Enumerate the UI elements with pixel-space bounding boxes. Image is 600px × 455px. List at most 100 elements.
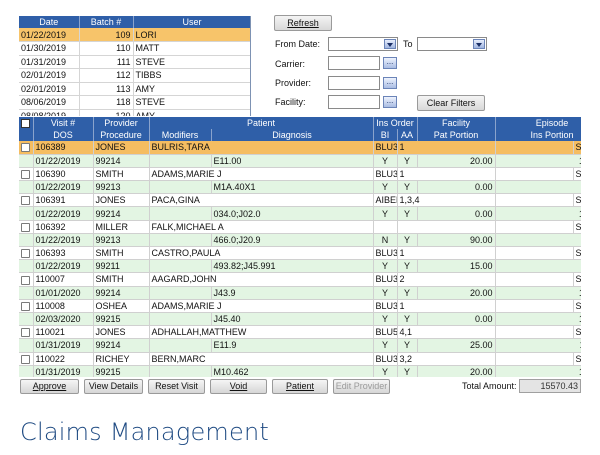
modifiers-cell (149, 312, 212, 327)
claim-select-cell[interactable] (19, 352, 34, 366)
claim-row-detail[interactable]: 01/31/201999215M10.462YY20.00170.00 (19, 365, 581, 377)
carrier-field[interactable] (328, 56, 380, 70)
procedure-cell: 99214 (93, 338, 150, 353)
claims-grid[interactable]: Visit # Provider Patient Ins Order Ins O… (19, 117, 581, 377)
batch-date-cell: 08/08/2019 (19, 109, 80, 116)
batch-row[interactable]: 02/01/2019 112 TIBBS (19, 68, 250, 83)
carrier-lookup-button[interactable]: ... (383, 57, 397, 69)
claim-row-main[interactable]: 110008OSHEAADAMS,MARIE JBLU321 STANDARD (19, 299, 581, 313)
facility-field[interactable] (328, 95, 380, 109)
claim-row-detail[interactable]: 01/01/202099214J43.9YY20.00120.00 (19, 286, 581, 300)
batch-col-user[interactable]: User (133, 16, 250, 28)
claim-row-detail[interactable]: 02/03/202099215J45.40YY0.00190.00 (19, 312, 581, 327)
claim-select-cell[interactable] (19, 167, 34, 182)
diagnosis-cell: J43.9 (211, 286, 374, 300)
void-button[interactable]: Void (210, 379, 267, 394)
claim-row-detail[interactable]: 01/22/201999214E11.00YY20.00120.00 (19, 154, 581, 168)
batch-row[interactable]: 08/08/2019 120 AMY (19, 109, 250, 116)
claim-row-detail[interactable]: 01/22/201999213M1A.40X1YY0.0090.00 (19, 180, 581, 195)
batch-user-cell: STEVE (133, 95, 250, 110)
claim-select-cell[interactable] (19, 141, 34, 155)
page-title: Claims Management (20, 418, 269, 446)
claim-row-detail[interactable]: 01/31/201999214E11.9YY25.00115.00 (19, 338, 581, 353)
patient-button[interactable]: Patient (272, 379, 328, 394)
chevron-down-icon (473, 39, 485, 49)
claim-checkbox[interactable] (21, 354, 31, 364)
claim-select-cell[interactable] (19, 193, 34, 208)
claim-row-main[interactable]: 110007SMITHAAGARD,JOHNBLU322 STANDARD (19, 272, 581, 287)
claim-row-main[interactable]: 106389JONESBULRIS,TARABLU321 STANDARD (19, 141, 581, 155)
claim-select-cell[interactable] (19, 299, 34, 313)
dos-cell: 01/22/2019 (33, 206, 94, 221)
claim-checkbox[interactable] (21, 222, 31, 232)
to-date-dropdown[interactable] (417, 37, 487, 51)
claim-row-detail[interactable]: 01/22/201999213 466.0;J20.9NY90.000.00 (19, 233, 581, 248)
claim-checkbox[interactable] (21, 328, 31, 338)
batch-row[interactable]: 01/31/2019 111 STEVE (19, 55, 250, 69)
aa-cell: Y (397, 312, 418, 327)
col-patient[interactable]: Patient (149, 117, 374, 129)
claim-checkbox[interactable] (21, 170, 31, 180)
carrier-cell: BLU32 (373, 141, 398, 155)
col-pat-portion[interactable]: Pat Portion (417, 129, 496, 141)
approve-button[interactable]: Approve (20, 379, 79, 394)
claim-select-cell[interactable] (19, 325, 34, 340)
claim-checkbox[interactable] (21, 196, 31, 206)
provider-field[interactable] (328, 76, 380, 90)
claim-checkbox[interactable] (21, 143, 31, 153)
claim-row-detail[interactable]: 01/22/201999214034.0;J02.0YY0.00140.00 (19, 206, 581, 221)
col-aa[interactable]: AA (397, 129, 418, 141)
batch-row[interactable]: 01/30/2019 110 MATT (19, 41, 250, 56)
col-bi[interactable]: BI (373, 129, 398, 141)
claim-checkbox[interactable] (21, 301, 31, 311)
aa-cell: Y (397, 180, 418, 195)
reset-visit-label: Reset Visit (155, 381, 198, 391)
select-all-cell[interactable] (19, 117, 34, 129)
facility-lookup-button[interactable]: ... (383, 96, 397, 108)
claim-checkbox[interactable] (21, 249, 31, 259)
batch-row[interactable]: 02/01/2019 113 AMY (19, 82, 250, 96)
claim-select-cell[interactable] (19, 272, 34, 287)
batch-col-batch-number[interactable]: Batch # (79, 16, 134, 28)
ins-portion-cell: 115.00 (495, 338, 581, 353)
claim-checkbox[interactable] (21, 275, 31, 285)
claim-row-main[interactable]: 106393SMITHCASTRO,PAULABLU321 STANDARD (19, 246, 581, 261)
pat-portion-cell: 25.00 (417, 338, 496, 353)
col-modifiers[interactable]: Modifiers (149, 129, 212, 141)
aa-cell: Y (397, 286, 418, 300)
claim-row-detail[interactable]: 01/22/201999211493.82;J45.991YY15.0035.0… (19, 259, 581, 274)
provider-lookup-button[interactable]: ... (383, 77, 397, 89)
claim-row-main[interactable]: 106392MILLERFALK,MICHAEL A STANDARD (19, 220, 581, 234)
claim-row-main[interactable]: 106391JONESPACA,GINAAIBEN1,3,4 STANDARD (19, 193, 581, 208)
edit-provider-button[interactable]: Edit Provider (333, 379, 390, 394)
batch-row[interactable]: 01/22/2019 109 LORI (19, 28, 250, 42)
col-diagnosis[interactable]: Diagnosis (211, 129, 374, 141)
col-procedure[interactable]: Procedure (93, 129, 150, 141)
modifiers-cell (149, 365, 212, 377)
claim-row-main[interactable]: 106390SMITHADAMS,MARIE JBLU321 STANDARD (19, 167, 581, 182)
batch-table[interactable]: Date Batch # User 01/22/2019 109 LORI 01/30… (19, 16, 251, 116)
col-provider[interactable]: Provider (93, 117, 150, 129)
claim-select-cell[interactable] (19, 246, 34, 261)
batch-col-date[interactable]: Date (19, 16, 80, 28)
view-details-button[interactable]: View Details (84, 379, 143, 394)
dos-cell: 01/31/2019 (33, 338, 94, 353)
batch-row[interactable]: 08/06/2019 118 STEVE (19, 95, 250, 110)
clear-filters-button[interactable]: Clear Filters (417, 95, 485, 111)
select-all-checkbox[interactable] (21, 119, 31, 129)
col-ins-portion[interactable]: Ins Portion (495, 129, 581, 141)
col-facility[interactable]: Facility (417, 117, 496, 129)
episode-cell: STANDARD (573, 167, 581, 182)
claim-row-main[interactable]: 110021JONESADHALLAH,MATTHEWBLU544,1 STAND… (19, 325, 581, 340)
batch-number-cell: 113 (79, 82, 134, 96)
refresh-button[interactable]: Refresh (274, 15, 332, 31)
pat-portion-cell: 0.00 (417, 206, 496, 221)
col-episode[interactable]: Episode (495, 117, 581, 129)
reset-visit-button[interactable]: Reset Visit (148, 379, 205, 394)
col-visit-number[interactable]: Visit # (33, 117, 94, 129)
col-ins-order[interactable]: Ins Order (373, 117, 418, 129)
col-dos[interactable]: DOS (33, 129, 94, 141)
claim-select-cell[interactable] (19, 220, 34, 234)
from-date-dropdown[interactable] (328, 37, 398, 51)
claim-row-main[interactable]: 110022RICHEYBERN,MARCBLU323,2 STANDARD (19, 352, 581, 366)
